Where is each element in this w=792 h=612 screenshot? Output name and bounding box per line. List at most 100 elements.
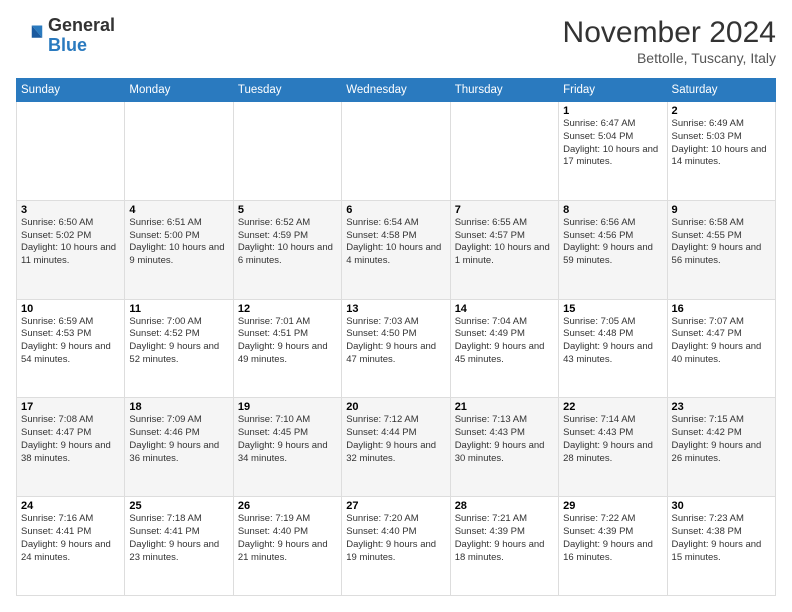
- day-info: Sunrise: 7:14 AMSunset: 4:43 PMDaylight:…: [563, 414, 662, 465]
- day-info: Sunrise: 6:49 AMSunset: 5:03 PMDaylight:…: [672, 118, 771, 169]
- calendar-cell: 14Sunrise: 7:04 AMSunset: 4:49 PMDayligh…: [450, 299, 558, 398]
- day-number: 17: [21, 401, 120, 413]
- day-info: Sunrise: 7:09 AMSunset: 4:46 PMDaylight:…: [129, 414, 228, 465]
- page: General Blue November 2024 Bettolle, Tus…: [0, 0, 792, 612]
- day-number: 23: [672, 401, 771, 413]
- day-number: 25: [129, 500, 228, 512]
- calendar-table: Sunday Monday Tuesday Wednesday Thursday…: [16, 78, 776, 596]
- calendar-cell: 5Sunrise: 6:52 AMSunset: 4:59 PMDaylight…: [233, 200, 341, 299]
- calendar-cell: 1Sunrise: 6:47 AMSunset: 5:04 PMDaylight…: [559, 102, 667, 201]
- day-number: 29: [563, 500, 662, 512]
- day-info: Sunrise: 7:04 AMSunset: 4:49 PMDaylight:…: [455, 316, 554, 367]
- day-number: 16: [672, 303, 771, 315]
- calendar-cell: 18Sunrise: 7:09 AMSunset: 4:46 PMDayligh…: [125, 398, 233, 497]
- calendar-header-row: Sunday Monday Tuesday Wednesday Thursday…: [17, 79, 776, 102]
- calendar-cell: 26Sunrise: 7:19 AMSunset: 4:40 PMDayligh…: [233, 497, 341, 596]
- calendar-cell: 19Sunrise: 7:10 AMSunset: 4:45 PMDayligh…: [233, 398, 341, 497]
- day-info: Sunrise: 7:00 AMSunset: 4:52 PMDaylight:…: [129, 316, 228, 367]
- day-number: 4: [129, 204, 228, 216]
- calendar-cell: 2Sunrise: 6:49 AMSunset: 5:03 PMDaylight…: [667, 102, 775, 201]
- day-number: 6: [346, 204, 445, 216]
- day-info: Sunrise: 6:56 AMSunset: 4:56 PMDaylight:…: [563, 217, 662, 268]
- day-number: 10: [21, 303, 120, 315]
- day-number: 27: [346, 500, 445, 512]
- logo-blue: Blue: [48, 35, 87, 55]
- day-info: Sunrise: 7:12 AMSunset: 4:44 PMDaylight:…: [346, 414, 445, 465]
- day-number: 26: [238, 500, 337, 512]
- day-number: 24: [21, 500, 120, 512]
- day-info: Sunrise: 7:13 AMSunset: 4:43 PMDaylight:…: [455, 414, 554, 465]
- calendar-cell: 11Sunrise: 7:00 AMSunset: 4:52 PMDayligh…: [125, 299, 233, 398]
- calendar-cell: 4Sunrise: 6:51 AMSunset: 5:00 PMDaylight…: [125, 200, 233, 299]
- calendar-cell: 29Sunrise: 7:22 AMSunset: 4:39 PMDayligh…: [559, 497, 667, 596]
- day-info: Sunrise: 7:21 AMSunset: 4:39 PMDaylight:…: [455, 513, 554, 564]
- day-info: Sunrise: 6:50 AMSunset: 5:02 PMDaylight:…: [21, 217, 120, 268]
- day-info: Sunrise: 7:20 AMSunset: 4:40 PMDaylight:…: [346, 513, 445, 564]
- calendar-cell: 15Sunrise: 7:05 AMSunset: 4:48 PMDayligh…: [559, 299, 667, 398]
- logo-icon: [16, 22, 44, 50]
- day-info: Sunrise: 6:51 AMSunset: 5:00 PMDaylight:…: [129, 217, 228, 268]
- day-info: Sunrise: 6:59 AMSunset: 4:53 PMDaylight:…: [21, 316, 120, 367]
- calendar-cell: 9Sunrise: 6:58 AMSunset: 4:55 PMDaylight…: [667, 200, 775, 299]
- month-title: November 2024: [563, 16, 776, 50]
- day-number: 19: [238, 401, 337, 413]
- calendar-week-1: 3Sunrise: 6:50 AMSunset: 5:02 PMDaylight…: [17, 200, 776, 299]
- day-number: 12: [238, 303, 337, 315]
- day-info: Sunrise: 7:15 AMSunset: 4:42 PMDaylight:…: [672, 414, 771, 465]
- day-number: 22: [563, 401, 662, 413]
- day-number: 14: [455, 303, 554, 315]
- calendar-cell: 25Sunrise: 7:18 AMSunset: 4:41 PMDayligh…: [125, 497, 233, 596]
- day-info: Sunrise: 7:18 AMSunset: 4:41 PMDaylight:…: [129, 513, 228, 564]
- calendar-week-3: 17Sunrise: 7:08 AMSunset: 4:47 PMDayligh…: [17, 398, 776, 497]
- day-info: Sunrise: 7:16 AMSunset: 4:41 PMDaylight:…: [21, 513, 120, 564]
- calendar-cell: [17, 102, 125, 201]
- col-monday: Monday: [125, 79, 233, 102]
- calendar-cell: 24Sunrise: 7:16 AMSunset: 4:41 PMDayligh…: [17, 497, 125, 596]
- calendar-cell: 21Sunrise: 7:13 AMSunset: 4:43 PMDayligh…: [450, 398, 558, 497]
- day-info: Sunrise: 6:52 AMSunset: 4:59 PMDaylight:…: [238, 217, 337, 268]
- calendar-cell: [342, 102, 450, 201]
- calendar-cell: 3Sunrise: 6:50 AMSunset: 5:02 PMDaylight…: [17, 200, 125, 299]
- calendar-week-4: 24Sunrise: 7:16 AMSunset: 4:41 PMDayligh…: [17, 497, 776, 596]
- day-number: 9: [672, 204, 771, 216]
- calendar-week-0: 1Sunrise: 6:47 AMSunset: 5:04 PMDaylight…: [17, 102, 776, 201]
- calendar-cell: 27Sunrise: 7:20 AMSunset: 4:40 PMDayligh…: [342, 497, 450, 596]
- calendar-cell: 22Sunrise: 7:14 AMSunset: 4:43 PMDayligh…: [559, 398, 667, 497]
- calendar-cell: 28Sunrise: 7:21 AMSunset: 4:39 PMDayligh…: [450, 497, 558, 596]
- day-number: 30: [672, 500, 771, 512]
- day-number: 28: [455, 500, 554, 512]
- day-info: Sunrise: 7:10 AMSunset: 4:45 PMDaylight:…: [238, 414, 337, 465]
- calendar-cell: 30Sunrise: 7:23 AMSunset: 4:38 PMDayligh…: [667, 497, 775, 596]
- col-thursday: Thursday: [450, 79, 558, 102]
- calendar-cell: 13Sunrise: 7:03 AMSunset: 4:50 PMDayligh…: [342, 299, 450, 398]
- day-number: 5: [238, 204, 337, 216]
- day-info: Sunrise: 7:19 AMSunset: 4:40 PMDaylight:…: [238, 513, 337, 564]
- day-number: 8: [563, 204, 662, 216]
- col-saturday: Saturday: [667, 79, 775, 102]
- calendar-week-2: 10Sunrise: 6:59 AMSunset: 4:53 PMDayligh…: [17, 299, 776, 398]
- col-wednesday: Wednesday: [342, 79, 450, 102]
- day-info: Sunrise: 7:01 AMSunset: 4:51 PMDaylight:…: [238, 316, 337, 367]
- calendar-cell: 17Sunrise: 7:08 AMSunset: 4:47 PMDayligh…: [17, 398, 125, 497]
- col-tuesday: Tuesday: [233, 79, 341, 102]
- calendar-cell: [233, 102, 341, 201]
- logo-text: General Blue: [48, 16, 115, 56]
- calendar-cell: [450, 102, 558, 201]
- calendar-cell: 23Sunrise: 7:15 AMSunset: 4:42 PMDayligh…: [667, 398, 775, 497]
- title-block: November 2024 Bettolle, Tuscany, Italy: [563, 16, 776, 66]
- day-info: Sunrise: 6:58 AMSunset: 4:55 PMDaylight:…: [672, 217, 771, 268]
- location-subtitle: Bettolle, Tuscany, Italy: [563, 50, 776, 66]
- calendar-cell: 6Sunrise: 6:54 AMSunset: 4:58 PMDaylight…: [342, 200, 450, 299]
- day-number: 20: [346, 401, 445, 413]
- calendar-cell: 10Sunrise: 6:59 AMSunset: 4:53 PMDayligh…: [17, 299, 125, 398]
- day-info: Sunrise: 6:54 AMSunset: 4:58 PMDaylight:…: [346, 217, 445, 268]
- day-number: 1: [563, 105, 662, 117]
- calendar-cell: 20Sunrise: 7:12 AMSunset: 4:44 PMDayligh…: [342, 398, 450, 497]
- calendar-cell: 16Sunrise: 7:07 AMSunset: 4:47 PMDayligh…: [667, 299, 775, 398]
- day-info: Sunrise: 7:05 AMSunset: 4:48 PMDaylight:…: [563, 316, 662, 367]
- col-friday: Friday: [559, 79, 667, 102]
- day-number: 7: [455, 204, 554, 216]
- logo-general: General: [48, 15, 115, 35]
- day-info: Sunrise: 7:23 AMSunset: 4:38 PMDaylight:…: [672, 513, 771, 564]
- day-info: Sunrise: 7:07 AMSunset: 4:47 PMDaylight:…: [672, 316, 771, 367]
